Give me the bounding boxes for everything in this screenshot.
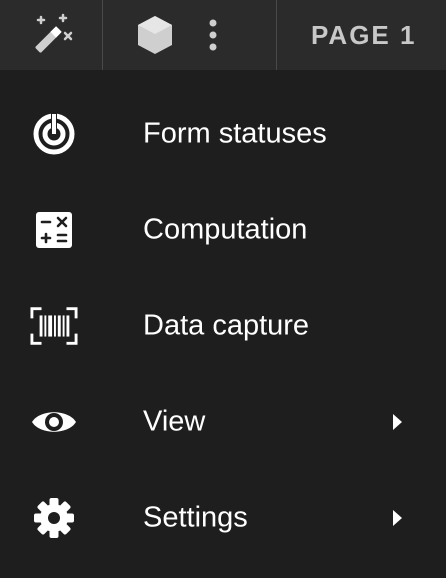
form-status-icon bbox=[30, 110, 78, 158]
eye-icon bbox=[30, 398, 78, 446]
menu-item-view[interactable]: View bbox=[0, 374, 446, 470]
barcode-scan-icon bbox=[30, 302, 78, 350]
menu-item-label: View bbox=[143, 405, 206, 438]
menu-item-form-statuses[interactable]: Form statuses bbox=[0, 86, 446, 182]
cube-icon bbox=[138, 16, 172, 54]
more-vertical-icon bbox=[209, 19, 217, 51]
submenu-arrow-icon bbox=[393, 414, 402, 430]
menu-item-label: Data capture bbox=[143, 309, 310, 342]
submenu-arrow-icon bbox=[393, 510, 402, 526]
menu-item-label: Computation bbox=[143, 213, 308, 246]
menu-item-data-capture[interactable]: Data capture bbox=[0, 278, 446, 374]
menu-item-label: Form statuses bbox=[143, 117, 327, 150]
page-label: PAGE 1 bbox=[311, 19, 417, 50]
menu-item-computation[interactable]: Computation bbox=[0, 182, 446, 278]
magic-wand-button[interactable] bbox=[0, 0, 102, 70]
cube-button[interactable] bbox=[103, 0, 203, 70]
top-toolbar: PAGE 1 bbox=[0, 0, 446, 70]
menu-item-settings[interactable]: Settings bbox=[0, 470, 446, 566]
calculator-icon bbox=[30, 206, 78, 254]
dropdown-menu: Form statuses Computation Data capture V… bbox=[0, 70, 446, 578]
page-indicator[interactable]: PAGE 1 bbox=[277, 0, 446, 70]
gear-icon bbox=[30, 494, 78, 542]
magic-wand-icon bbox=[35, 13, 73, 53]
more-options-button[interactable] bbox=[203, 0, 276, 70]
menu-item-label: Settings bbox=[143, 501, 248, 534]
